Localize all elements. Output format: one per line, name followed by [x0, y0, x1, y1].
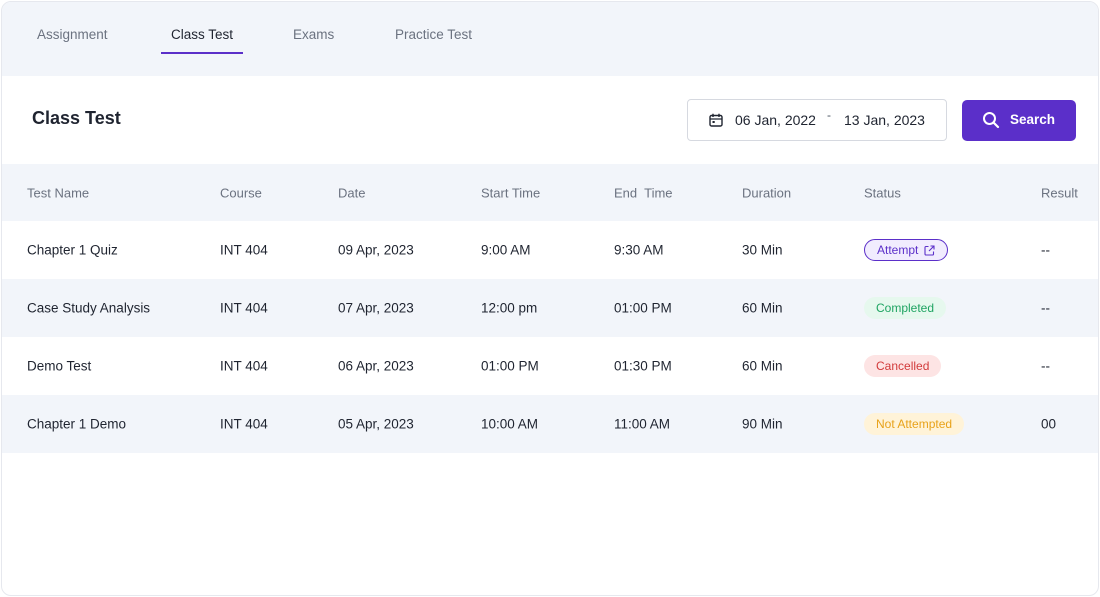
end-time: 9:30 AM [614, 242, 664, 258]
course: INT 404 [220, 242, 268, 258]
page-title: Class Test [32, 108, 121, 128]
start-time: 12:00 pm [481, 300, 538, 316]
column-header-test-name: Test Name [27, 185, 90, 200]
start-time: 01:00 PM [481, 358, 539, 374]
duration: 60 Min [742, 358, 783, 374]
date-to: 13 Jan, 2023 [844, 112, 925, 128]
tab-practice-test[interactable]: Practice Test [395, 27, 472, 54]
attempt-button[interactable]: Attempt [864, 239, 949, 261]
calendar-icon [709, 113, 723, 127]
date: 09 Apr, 2023 [338, 242, 414, 258]
tab-assignment[interactable]: Assignment [37, 27, 108, 54]
date: 06 Apr, 2023 [338, 358, 414, 374]
column-header-start-time: Start Time [481, 185, 541, 200]
table-row[interactable]: Case Study Analysis INT 404 07 Apr, 2023… [2, 279, 1098, 337]
test-name: Case Study Analysis [27, 300, 151, 316]
date-range-picker[interactable]: 06 Jan, 2022 - 13 Jan, 2023 [687, 99, 947, 141]
tab-class-test[interactable]: Class Test [160, 27, 244, 54]
test-name: Chapter 1 Quiz [27, 242, 118, 258]
duration: 60 Min [742, 300, 783, 316]
column-header-status: Status [864, 185, 901, 200]
end-time: 01:00 PM [614, 300, 672, 316]
course: INT 404 [220, 300, 268, 316]
status-cell: Completed [864, 297, 947, 319]
search-button-label: Search [1010, 112, 1056, 127]
tab-bar: Assignment Class Test Exams Practice Tes… [2, 2, 1098, 76]
status-badge-label: Attempt [877, 243, 919, 257]
column-header-date: Date [338, 185, 366, 200]
result: -- [1041, 358, 1050, 374]
result: 00 [1041, 416, 1057, 432]
end-time: 11:00 AM [614, 416, 671, 432]
table-row[interactable]: Chapter 1 Demo INT 404 05 Apr, 2023 10:0… [2, 395, 1098, 453]
duration: 30 Min [742, 242, 783, 258]
column-header-duration: Duration [742, 185, 792, 200]
start-time: 10:00 AM [481, 416, 539, 432]
status-badge: Cancelled [864, 355, 942, 377]
start-time: 9:00 AM [481, 242, 531, 258]
test-name: Chapter 1 Demo [27, 416, 127, 432]
result: -- [1041, 242, 1050, 258]
status-cell: Cancelled [864, 355, 942, 377]
duration: 90 Min [742, 416, 783, 432]
status-badge: Completed [864, 297, 947, 319]
date-separator: - [827, 108, 831, 122]
table-row[interactable]: Chapter 1 Quiz INT 404 09 Apr, 2023 9:00… [2, 221, 1098, 279]
course: INT 404 [220, 358, 268, 374]
tab-exams[interactable]: Exams [293, 27, 334, 54]
search-button[interactable]: Search [962, 100, 1076, 141]
date-from: 06 Jan, 2022 [735, 112, 816, 128]
column-header-course: Course [220, 185, 262, 200]
class-test-table: Test Name Course Date Start Time End Tim… [2, 164, 1098, 453]
date: 05 Apr, 2023 [338, 416, 414, 432]
external-link-icon [924, 244, 935, 256]
end-time: 01:30 PM [614, 358, 672, 374]
search-icon [983, 112, 1000, 129]
column-header-result: Result [1041, 185, 1078, 200]
status-badge: Not Attempted [864, 413, 965, 435]
column-header-end-time: End Time [614, 185, 673, 200]
course: INT 404 [220, 416, 268, 432]
class-test-card: Assignment Class Test Exams Practice Tes… [1, 1, 1099, 596]
status-cell: Attempt [864, 239, 949, 261]
test-name: Demo Test [27, 358, 92, 374]
status-cell: Not Attempted [864, 413, 965, 435]
table-header: Test Name Course Date Start Time End Tim… [2, 164, 1098, 221]
date: 07 Apr, 2023 [338, 300, 414, 316]
table-row[interactable]: Demo Test INT 404 06 Apr, 2023 01:00 PM … [2, 337, 1098, 395]
result: -- [1041, 300, 1050, 316]
